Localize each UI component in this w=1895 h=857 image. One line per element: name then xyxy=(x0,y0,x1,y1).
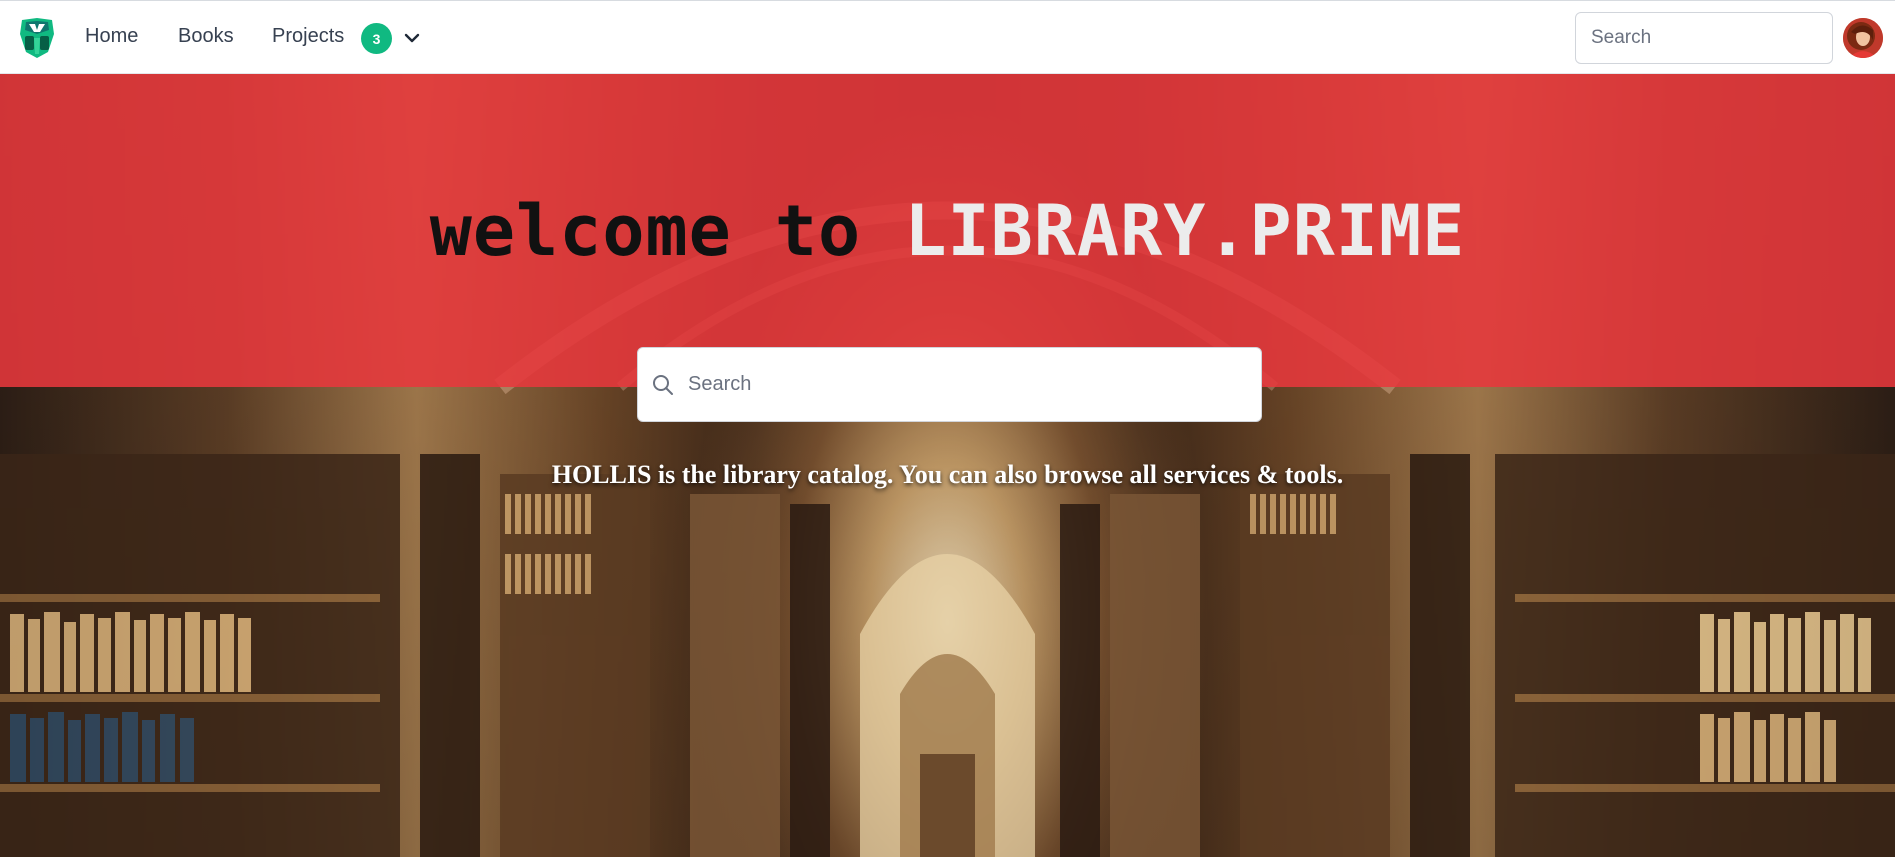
top-navbar: Home Books Projects 3 xyxy=(0,0,1895,74)
hero-title-lead: welcome to xyxy=(429,190,905,272)
hero-search-input[interactable] xyxy=(688,348,1248,421)
user-avatar[interactable] xyxy=(1843,18,1883,58)
hero-title-brand: LIBRARY.PRIME xyxy=(904,190,1466,272)
nav-home-link[interactable]: Home xyxy=(85,25,138,48)
nav-search-input[interactable] xyxy=(1575,12,1833,64)
chevron-down-icon[interactable] xyxy=(403,30,421,46)
nav-projects-link[interactable]: Projects xyxy=(272,25,344,48)
robot-logo-icon[interactable] xyxy=(18,16,56,60)
nav-books-link[interactable]: Books xyxy=(178,25,234,48)
hero-search-box[interactable] xyxy=(637,347,1262,422)
hero-title: welcome to LIBRARY.PRIME xyxy=(0,190,1895,272)
search-icon xyxy=(653,375,673,395)
projects-count-badge: 3 xyxy=(361,23,392,54)
hero-tagline: HOLLIS is the library catalog. You can a… xyxy=(551,460,1344,489)
